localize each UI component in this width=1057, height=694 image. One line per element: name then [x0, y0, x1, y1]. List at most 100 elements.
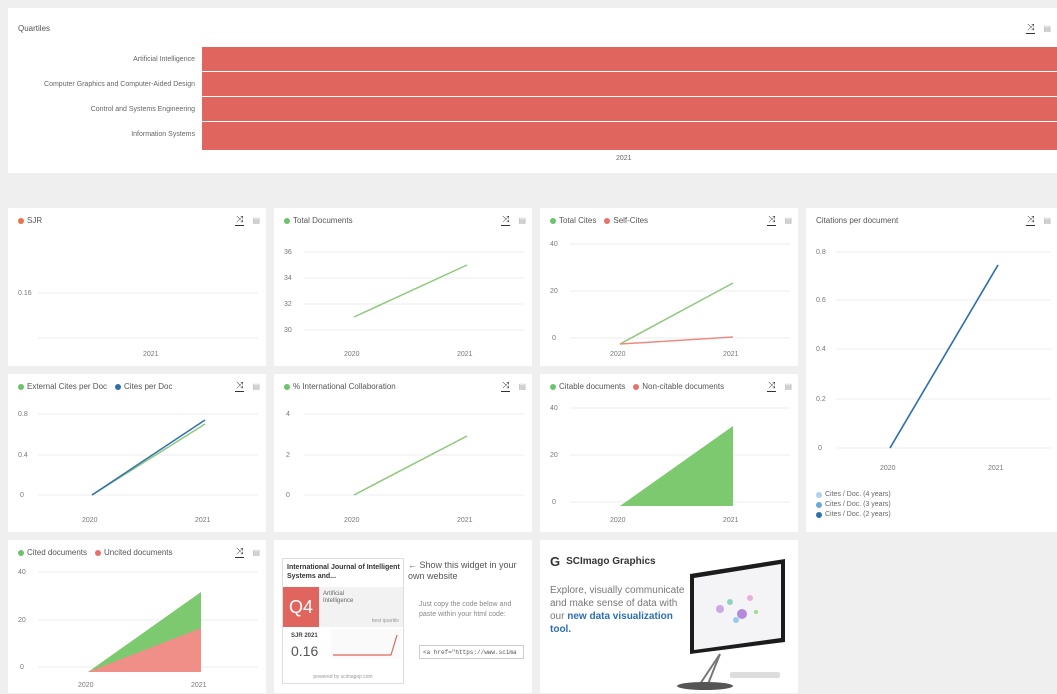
y-tick-label: 0	[20, 492, 24, 499]
graphics-panel[interactable]: G SCImago Graphics Explore, visually com…	[540, 540, 798, 693]
quartiles-title: Quartiles	[18, 24, 51, 33]
series-line-total-cites	[619, 282, 734, 345]
widget-category: Artificial Intelligence	[323, 591, 354, 604]
x-tick-label: 2020	[880, 465, 896, 472]
chart-view-icon[interactable]: ⤨	[1026, 22, 1036, 34]
scimago-g-logo-icon: G	[550, 554, 561, 569]
area-citable-documents	[620, 426, 733, 506]
cites-per-doc-panel: Citations per document ⤨ ▤ 0.8 0.6 0.4 0.…	[806, 208, 1057, 532]
y-tick-label: 0	[552, 335, 556, 342]
y-tick-label: 0.8	[816, 249, 826, 256]
widget-share-text: ← Show this widget in your own website	[408, 560, 517, 581]
quartile-badge: Q4	[283, 587, 319, 627]
total-cites-panel: Total Cites Self-Cites ⤨ ▤ 40 20 0 2020 2…	[540, 208, 798, 366]
intl-collab-chart: 4 2 0 2020 2021	[286, 411, 524, 524]
widget-category-box: Artificial Intelligence best quartile	[319, 587, 403, 627]
computer-monitor-icon	[677, 559, 785, 690]
sjr-panel: SJR ⤨ ▤ 0.16 2021	[8, 208, 266, 366]
legend-dot	[816, 512, 822, 518]
citable-docs-panel: Citable documents Non-citable documents …	[540, 374, 798, 532]
citable-docs-chart: 40 20 0 2020 2021	[550, 405, 790, 524]
total-docs-panel: Total Documents ⤨ ▤ 36 34 32 30 2020 2021	[274, 208, 532, 366]
graphics-header: G SCImago Graphics	[550, 554, 656, 569]
x-tick-label: 2021	[195, 517, 211, 524]
cited-docs-chart: 40 20 0 2020 2021	[18, 569, 258, 689]
y-tick-label: 0.6	[816, 297, 826, 304]
cites-per-doc-chart: 0.8 0.6 0.4 0.2 0 2020 2021	[816, 249, 1051, 472]
x-tick-label: 2020	[78, 682, 94, 689]
graphics-title: SCImago Graphics	[566, 556, 656, 567]
series-line-international-collaboration	[353, 435, 468, 496]
widget-panel: International Journal of Intelligent Sys…	[274, 540, 532, 693]
y-tick-label: 0.16	[18, 290, 32, 297]
quartile-bar[interactable]	[202, 47, 1057, 71]
y-tick-label: 0.2	[816, 396, 826, 403]
quartile-bar[interactable]	[202, 122, 1057, 150]
quartile-bar[interactable]	[202, 72, 1057, 96]
x-tick-label: 2020	[82, 517, 98, 524]
x-tick-label: 2020	[610, 351, 626, 358]
x-tick-label: 2021	[143, 351, 159, 358]
total-docs-chart: 36 34 32 30 2020 2021	[284, 249, 524, 358]
legend-item[interactable]: Cites / Doc. (2 years)	[816, 510, 891, 520]
widget-code-input[interactable]: <a href="https://www.scima	[419, 645, 524, 659]
legend-dot	[816, 492, 822, 498]
y-tick-label: 0	[818, 445, 822, 452]
graphics-link[interactable]: new data visualization tool.	[550, 611, 673, 635]
x-tick-label: 2021	[988, 465, 1004, 472]
quartile-label: Artificial Intelligence	[133, 56, 195, 63]
quartile-label: Control and Systems Engineering	[90, 106, 195, 113]
quartile-label: Computer Graphics and Computer-Aided Des…	[44, 81, 195, 88]
quartile-label: Information Systems	[131, 131, 195, 138]
quartiles-tools: ⤨ ▤	[1026, 22, 1051, 34]
legend-item[interactable]: Cites / Doc. (3 years)	[816, 500, 891, 510]
y-tick-label: 40	[18, 569, 26, 576]
y-tick-label: 0.4	[816, 346, 826, 353]
quartile-year: 2021	[616, 155, 632, 162]
y-tick-label: 0	[286, 492, 290, 499]
series-line-cites-per-doc	[91, 419, 206, 496]
quartile-bar[interactable]	[202, 97, 1057, 121]
sjr-chart: 0.16 2021	[18, 290, 258, 358]
series-line-total-documents	[353, 264, 468, 318]
total-cites-chart: 40 20 0 2020 2021	[550, 241, 790, 358]
widget-sjr-label: SJR 2021	[291, 633, 318, 639]
table-view-icon[interactable]: ▤	[1043, 24, 1051, 33]
y-tick-label: 20	[18, 617, 26, 624]
intl-collab-panel: % International Collaboration ⤨ ▤ 4 2 0 2…	[274, 374, 532, 532]
legend-dot	[816, 502, 822, 508]
y-tick-label: 0	[20, 664, 24, 671]
x-tick-label: 2021	[457, 517, 473, 524]
y-tick-label: 40	[550, 241, 558, 248]
x-tick-label: 2020	[610, 517, 626, 524]
legend-item[interactable]: Cites / Doc. (4 years)	[816, 490, 891, 500]
x-tick-label: 2020	[344, 517, 360, 524]
y-tick-label: 2	[286, 452, 290, 459]
cited-docs-panel: Cited documents Uncited documents ⤨ ▤ 40 …	[8, 540, 266, 693]
y-tick-label: 0.8	[18, 411, 28, 418]
x-tick-label: 2021	[457, 351, 473, 358]
x-tick-label: 2020	[344, 351, 360, 358]
y-tick-label: 0.4	[18, 452, 28, 459]
ext-cites-chart: 0.8 0.4 0 2020 2021	[18, 411, 258, 524]
y-tick-label: 30	[284, 327, 292, 334]
widget-powered: powered by scimagojr.com	[313, 674, 373, 680]
quartile-value: Q4	[288, 596, 313, 617]
y-tick-label: 20	[550, 452, 558, 459]
y-tick-label: 4	[286, 411, 290, 418]
empty-area	[806, 540, 1057, 693]
widget-sjr-value: 0.16	[291, 643, 319, 659]
widget-sparkline	[331, 629, 401, 659]
series-line-2-years	[889, 264, 999, 449]
cites-per-doc-legend: Cites / Doc. (4 years) Cites / Doc. (3 y…	[816, 490, 891, 520]
scimago-widget[interactable]: International Journal of Intelligent Sys…	[282, 558, 404, 684]
y-tick-label: 34	[284, 275, 292, 282]
widget-journal-title: International Journal of Intelligent Sys…	[287, 564, 400, 580]
y-tick-label: 0	[552, 499, 556, 506]
widget-best-quartile: best quartile	[371, 618, 399, 624]
legend-label: Cites / Doc. (3 years)	[825, 501, 891, 508]
x-tick-label: 2021	[723, 517, 739, 524]
y-tick-label: 36	[284, 249, 292, 256]
y-tick-label: 32	[284, 301, 292, 308]
y-tick-label: 40	[550, 405, 558, 412]
